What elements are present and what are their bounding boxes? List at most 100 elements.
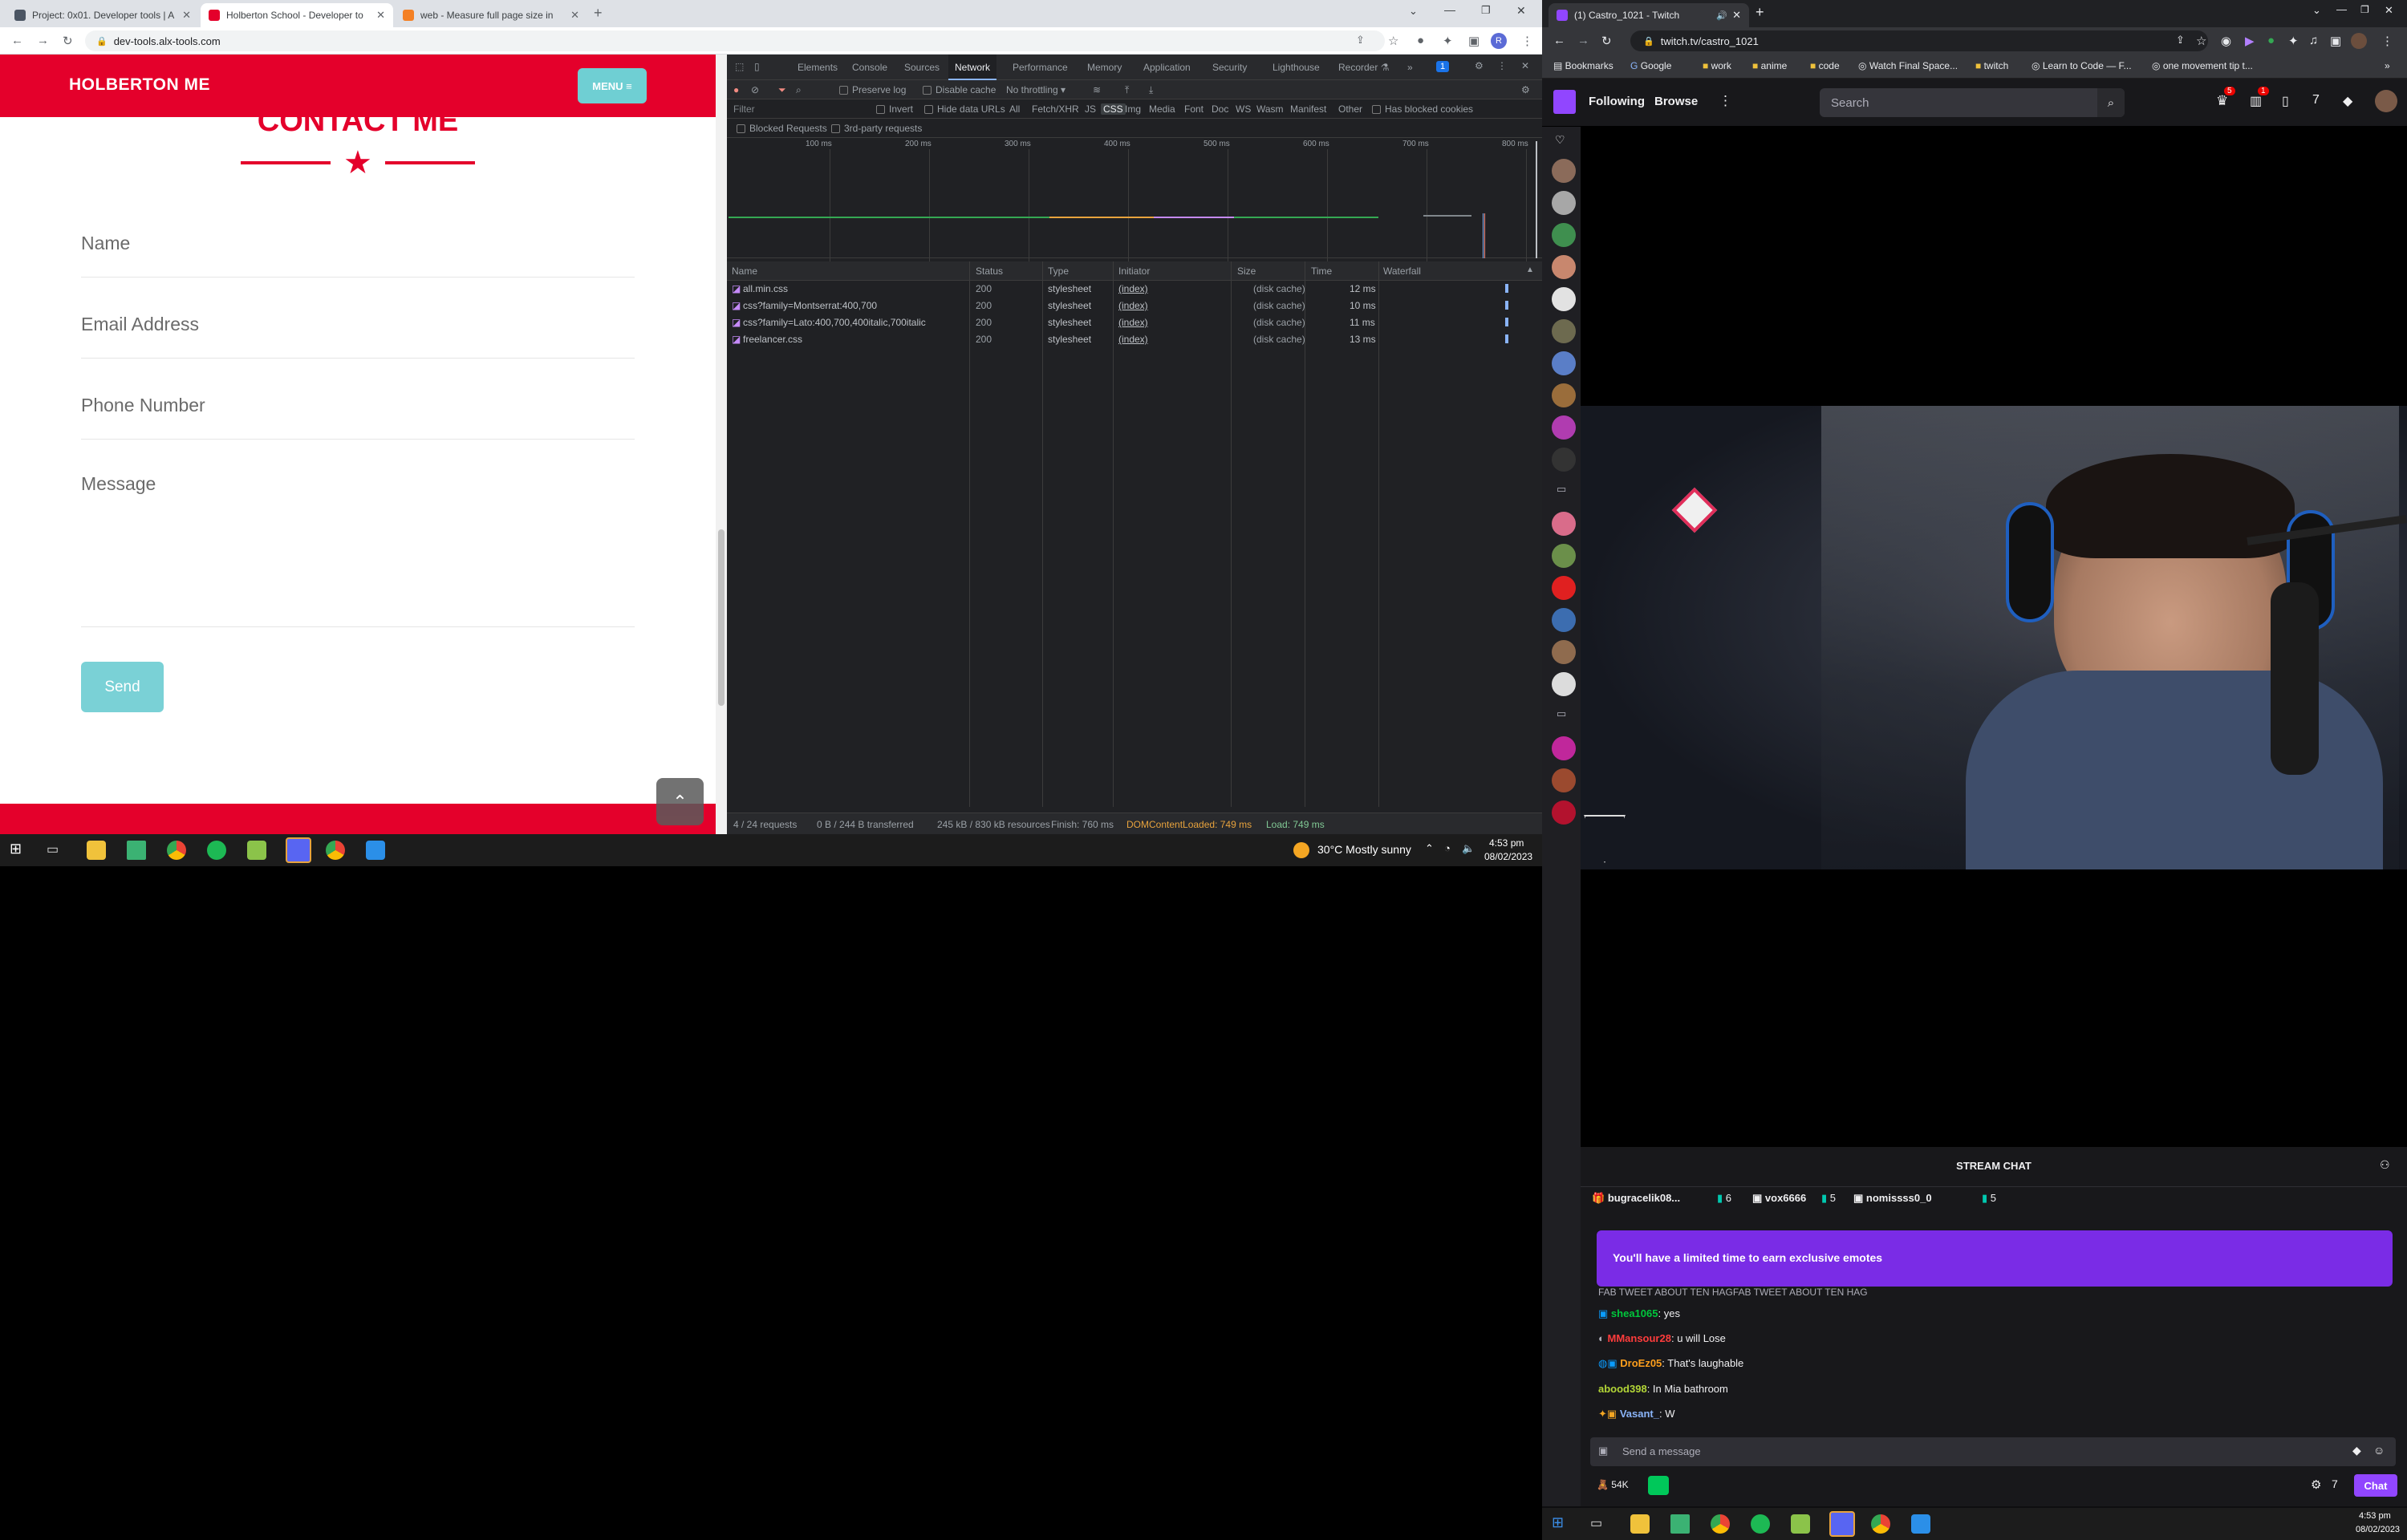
extension-icon[interactable]: ● <box>2267 34 2275 47</box>
twitch-logo-icon[interactable] <box>1553 90 1576 114</box>
nav-following[interactable]: Following <box>1589 95 1645 108</box>
forward-icon[interactable]: → <box>1577 34 1589 47</box>
tab-project[interactable]: Project: 0x01. Developer tools | A ✕ <box>6 3 199 27</box>
more-tabs-icon[interactable]: » <box>1401 55 1419 80</box>
tab-performance[interactable]: Performance <box>1006 55 1074 80</box>
weather-sun-icon[interactable] <box>1293 842 1309 858</box>
type-js[interactable]: JS <box>1085 103 1096 115</box>
video-icon[interactable]: ▭ <box>1557 707 1566 720</box>
bits-icon[interactable]: ◆ <box>2352 1444 2361 1457</box>
site-brand[interactable]: HOLBERTON ME <box>69 75 210 95</box>
clear-icon[interactable]: ⊘ <box>751 84 759 95</box>
throttling-select[interactable]: No throttling ▾ <box>1006 84 1065 95</box>
tab-stackoverflow[interactable]: web - Measure full page size in ✕ <box>395 3 587 27</box>
extensions-icon[interactable]: ✦ <box>2288 34 2299 48</box>
back-icon[interactable]: ← <box>1553 34 1565 47</box>
sort-arrow-icon[interactable]: ▲ <box>1526 265 1534 274</box>
tab-search-icon[interactable]: ⌄ <box>1409 5 1418 18</box>
channel-avatar[interactable] <box>1552 255 1576 279</box>
type-other[interactable]: Other <box>1338 103 1362 115</box>
close-icon[interactable]: ✕ <box>371 9 385 22</box>
request-row[interactable]: ◪ freelancer.css 200 stylesheet (index) … <box>727 331 1542 348</box>
channel-avatar[interactable] <box>1552 800 1576 825</box>
windows-start-icon[interactable]: ⊞ <box>10 841 22 857</box>
type-fetch-xhr[interactable]: Fetch/XHR <box>1032 103 1079 115</box>
reload-icon[interactable]: ↻ <box>63 34 73 48</box>
bookmark-item[interactable]: G Google <box>1630 60 1671 71</box>
devtools-menu-icon[interactable]: ⋮ <box>1497 60 1507 71</box>
third-party-checkbox[interactable]: 3rd-party requests <box>831 123 922 134</box>
channel-avatar[interactable] <box>1552 159 1576 183</box>
channel-avatar[interactable] <box>1552 287 1576 311</box>
issues-badge[interactable]: 1 <box>1436 61 1450 72</box>
phone-field[interactable]: Phone Number <box>81 395 635 440</box>
vscode-icon[interactable] <box>1911 1514 1930 1534</box>
col-time[interactable]: Time <box>1311 265 1332 277</box>
network-settings-icon[interactable]: ⚙ <box>1521 84 1530 95</box>
menu-button[interactable]: MENU ≡ <box>578 68 647 103</box>
bookmark-item[interactable]: ◎ Learn to Code — F... <box>2032 60 2132 71</box>
search-icon[interactable]: ⌕ <box>796 84 802 96</box>
clock-time[interactable]: 4:53 pm <box>1489 837 1524 849</box>
tab-audio-icon[interactable]: 🔊 <box>1716 10 1727 21</box>
window-close-icon[interactable]: ✕ <box>1516 4 1526 18</box>
gifter-entry[interactable]: ▣ nomissss0_0 <box>1853 1192 1932 1205</box>
bits-icon[interactable]: ◆ <box>2343 93 2352 109</box>
request-initiator[interactable]: (index) <box>1118 334 1148 345</box>
gifter-entry[interactable]: 🎁 bugracelik08... <box>1592 1192 1680 1205</box>
request-row[interactable]: ◪ css?family=Montserrat:400,700 200 styl… <box>727 298 1542 314</box>
speaker-icon[interactable]: 🔈 <box>1462 842 1475 855</box>
extension-7tv-icon[interactable]: 7 <box>2332 1477 2338 1490</box>
type-all[interactable]: All <box>1009 103 1020 115</box>
clock-date[interactable]: 08/02/2023 <box>1484 851 1532 862</box>
tab-security[interactable]: Security <box>1206 55 1253 80</box>
email-field[interactable]: Email Address <box>81 314 635 359</box>
spotify-icon[interactable] <box>1751 1514 1770 1534</box>
new-tab-icon[interactable]: + <box>594 5 603 22</box>
message-field[interactable]: Message <box>81 473 635 627</box>
channel-avatar[interactable] <box>1552 223 1576 247</box>
extension-icon[interactable]: ◉ <box>2221 34 2231 48</box>
restore-icon[interactable]: ❐ <box>1481 4 1491 17</box>
chrome-icon[interactable] <box>1711 1514 1730 1534</box>
file-explorer-icon[interactable] <box>1630 1514 1650 1534</box>
tab-memory[interactable]: Memory <box>1081 55 1128 80</box>
request-row[interactable]: ◪ all.min.css 200 stylesheet (index) (di… <box>727 281 1542 298</box>
video-player[interactable] <box>1581 127 2407 1147</box>
mic-icon[interactable]: ● <box>1417 34 1424 47</box>
preserve-log-checkbox[interactable]: Preserve log <box>839 84 906 95</box>
kebab-menu-icon[interactable]: ⋮ <box>2381 34 2393 48</box>
app-cube-icon[interactable] <box>1670 1514 1690 1534</box>
export-har-icon[interactable]: ⤓ <box>1149 84 1153 96</box>
new-tab-icon[interactable]: + <box>1756 4 1764 21</box>
extension-icon[interactable]: ▶ <box>2245 34 2255 48</box>
col-initiator[interactable]: Initiator <box>1118 265 1150 277</box>
channel-avatar[interactable] <box>1552 544 1576 568</box>
minimize-icon[interactable]: — <box>2336 3 2347 15</box>
channel-avatar[interactable] <box>1552 576 1576 600</box>
share-icon[interactable]: ⇪ <box>2176 34 2185 47</box>
type-css[interactable]: CSS <box>1101 103 1126 115</box>
request-initiator[interactable]: (index) <box>1118 300 1148 311</box>
weather-text[interactable]: 30°C Mostly sunny <box>1317 843 1411 856</box>
claim-bonus-icon[interactable] <box>1648 1476 1669 1495</box>
network-icon[interactable]: ◔ <box>1444 842 1451 854</box>
hide-data-urls-checkbox[interactable]: Hide data URLs <box>924 103 1005 115</box>
bookmark-item[interactable]: ■ work <box>1703 60 1731 71</box>
settings-gear-icon[interactable]: ⚙ <box>1475 60 1484 71</box>
bookmark-item[interactable]: ◎ Watch Final Space... <box>1858 60 1958 71</box>
spotify-icon[interactable] <box>207 841 226 860</box>
name-field[interactable]: Name <box>81 233 635 278</box>
channel-avatar[interactable] <box>1552 736 1576 760</box>
tab-console[interactable]: Console <box>846 55 894 80</box>
channel-avatar[interactable] <box>1552 351 1576 375</box>
bookmark-item[interactable]: ■ anime <box>1752 60 1787 71</box>
address-bar[interactable]: 🔒 twitch.tv/castro_1021 <box>1630 30 2208 51</box>
channel-avatar[interactable] <box>1552 512 1576 536</box>
chat-settings-icon[interactable]: ⚙ <box>2311 1477 2321 1492</box>
col-status[interactable]: Status <box>976 265 1003 277</box>
send-button[interactable]: Send <box>81 662 164 712</box>
share-icon[interactable]: ⇪ <box>1356 34 1365 47</box>
app-stack-icon[interactable] <box>247 841 266 860</box>
gifter-entry[interactable]: ▣ vox6666 <box>1752 1192 1806 1205</box>
